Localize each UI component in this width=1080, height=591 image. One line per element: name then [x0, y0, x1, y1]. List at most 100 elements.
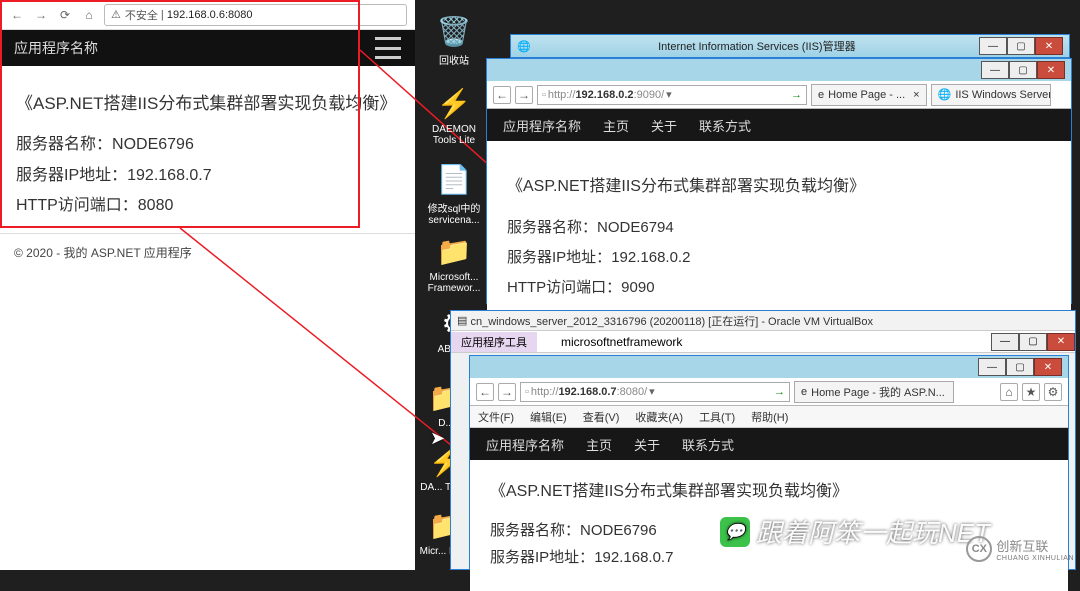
- server-name-value: NODE6796: [580, 522, 657, 539]
- dropdown-icon[interactable]: ▾: [649, 385, 655, 398]
- nav-app-name[interactable]: 应用程序名称: [486, 435, 564, 454]
- explorer-title: microsoftnetframework: [561, 335, 682, 349]
- back-icon[interactable]: ←: [8, 6, 26, 24]
- left-chrome-window: ← → ⟳ ⌂ ⚠ 不安全 | 192.168.0.6:8080 应用程序名称 …: [0, 0, 415, 570]
- menu-help[interactable]: 帮助(H): [751, 409, 788, 425]
- folder-icon: 📁: [433, 232, 475, 270]
- server-ip-value: 192.168.0.2: [611, 249, 690, 266]
- ie-toolbar: ← → ▫ http:// 192.168.0.2 :9090/ ▾ → eHo…: [487, 81, 1071, 109]
- virtualbox-title: cn_windows_server_2012_3316796 (20200118…: [470, 313, 873, 329]
- article-title: 《ASP.NET搭建IIS分布式集群部署实现负载均衡》: [490, 478, 1048, 507]
- insecure-label: 不安全: [125, 7, 158, 23]
- nav-contact[interactable]: 联系方式: [682, 435, 734, 454]
- address-bar[interactable]: ▫ http:// 192.168.0.7 :8080/ ▾ →: [520, 382, 790, 402]
- minimize-button[interactable]: —: [978, 358, 1006, 376]
- nav-about[interactable]: 关于: [634, 435, 660, 454]
- virtualbox-titlebar: ▤ cn_windows_server_2012_3316796 (202001…: [451, 311, 1075, 331]
- page-body: 《ASP.NET搭建IIS分布式集群部署实现负载均衡》 服务器名称：NODE67…: [487, 141, 1071, 323]
- server-ip-value: 192.168.0.7: [594, 549, 673, 566]
- iis-title: Internet Information Services (IIS)管理器: [535, 38, 979, 54]
- maximize-button[interactable]: ▢: [1007, 37, 1035, 55]
- iis-icon: 🌐: [938, 88, 952, 101]
- brand-text: 创新互联: [996, 536, 1074, 555]
- address-bar[interactable]: ▫ http:// 192.168.0.2 :9090/ ▾ →: [537, 85, 807, 105]
- close-button[interactable]: ✕: [1037, 61, 1065, 79]
- close-button[interactable]: ✕: [1035, 37, 1063, 55]
- server-port-value: 9090: [621, 279, 654, 296]
- server-port-label: HTTP访问端口：: [507, 279, 621, 296]
- desktop-folder-msfw[interactable]: 📁 Microsoft... Framewor...: [426, 232, 482, 294]
- icon-label: Microsoft... Framewor...: [426, 272, 482, 294]
- url-text: 192.168.0.6:8080: [167, 9, 253, 21]
- brand-watermark: CX 创新互联 CHUANG XINHULIAN: [966, 536, 1074, 562]
- dropdown-icon[interactable]: ▾: [666, 88, 672, 101]
- page-navbar: 应用程序名称 主页 关于 联系方式: [487, 109, 1071, 141]
- forward-icon[interactable]: →: [498, 383, 516, 401]
- forward-icon[interactable]: →: [32, 6, 50, 24]
- menu-file[interactable]: 文件(F): [478, 409, 514, 425]
- home-icon[interactable]: ⌂: [1000, 383, 1018, 401]
- go-icon[interactable]: →: [774, 386, 785, 398]
- menu-fav[interactable]: 收藏夹(A): [635, 409, 683, 425]
- maximize-button[interactable]: ▢: [1019, 333, 1047, 351]
- article-title: 《ASP.NET搭建IIS分布式集群部署实现负载均衡》: [16, 88, 399, 120]
- iis-manager-window[interactable]: 🌐 Internet Information Services (IIS)管理器…: [510, 34, 1070, 58]
- nav-home[interactable]: 主页: [586, 435, 612, 454]
- reload-icon[interactable]: ⟳: [56, 6, 74, 24]
- nav-app-name[interactable]: 应用程序名称: [503, 116, 581, 135]
- footer-text: © 2020 - 我的 ASP.NET 应用程序: [0, 234, 415, 271]
- hamburger-icon[interactable]: [375, 37, 401, 59]
- browser-tab-1[interactable]: eHome Page - 我的 ASP.N...×: [794, 381, 954, 403]
- icon-label: 修改sql中的servicena...: [426, 200, 482, 226]
- maximize-button[interactable]: ▢: [1009, 61, 1037, 79]
- app-header: 应用程序名称: [0, 30, 415, 66]
- menu-tools[interactable]: 工具(T): [699, 409, 735, 425]
- favorites-icon[interactable]: ★: [1022, 383, 1040, 401]
- desktop-recycle-bin[interactable]: 🗑️ 回收站: [426, 12, 482, 67]
- settings-icon[interactable]: ⚙: [1044, 383, 1062, 401]
- recycle-bin-icon: 🗑️: [433, 12, 475, 50]
- back-icon[interactable]: ←: [493, 86, 511, 104]
- minimize-button[interactable]: —: [981, 61, 1009, 79]
- icon-label: DAEMON Tools Lite: [426, 124, 482, 146]
- app-name: 应用程序名称: [14, 38, 98, 58]
- nav-contact[interactable]: 联系方式: [699, 116, 751, 135]
- brand-en: CHUANG XINHULIAN: [996, 555, 1074, 562]
- icon-label: 回收站: [426, 52, 482, 67]
- go-icon[interactable]: →: [791, 89, 802, 101]
- nav-home[interactable]: 主页: [603, 116, 629, 135]
- browser-tab-2[interactable]: 🌐IIS Windows Server: [931, 84, 1051, 106]
- explorer-window: 应用程序工具 microsoftnetframework — ▢ ✕: [451, 331, 1075, 353]
- forward-icon[interactable]: →: [515, 86, 533, 104]
- ie-menubar: 文件(F) 编辑(E) 查看(V) 收藏夹(A) 工具(T) 帮助(H): [470, 406, 1068, 428]
- close-button[interactable]: ✕: [1034, 358, 1062, 376]
- brand-logo-icon: CX: [966, 536, 992, 562]
- ie-window-1: — ▢ ✕ ← → ▫ http:// 192.168.0.2 :9090/ ▾…: [486, 58, 1072, 304]
- explorer-ribbon-tab[interactable]: 应用程序工具: [451, 332, 537, 352]
- page-icon: ▫: [525, 386, 529, 398]
- minimize-button[interactable]: —: [979, 37, 1007, 55]
- desktop-daemon[interactable]: ⚡ DAEMON Tools Lite: [426, 84, 482, 146]
- warning-icon: ⚠: [111, 8, 121, 21]
- menu-edit[interactable]: 编辑(E): [530, 409, 567, 425]
- maximize-button[interactable]: ▢: [1006, 358, 1034, 376]
- address-bar[interactable]: ⚠ 不安全 | 192.168.0.6:8080: [104, 4, 407, 26]
- back-icon[interactable]: ←: [476, 383, 494, 401]
- wechat-icon: 💬: [720, 517, 750, 547]
- menu-view[interactable]: 查看(V): [583, 409, 620, 425]
- desktop-sql-file[interactable]: 📄 修改sql中的servicena...: [426, 160, 482, 226]
- browser-tab-1[interactable]: eHome Page - ...×: [811, 84, 927, 106]
- home-icon[interactable]: ⌂: [80, 6, 98, 24]
- minimize-button[interactable]: —: [991, 333, 1019, 351]
- daemon-icon: ⚡: [433, 84, 475, 122]
- server-ip-value: 192.168.0.7: [127, 167, 212, 184]
- server-name-value: NODE6796: [112, 136, 194, 153]
- server-name-label: 服务器名称：: [16, 136, 112, 153]
- url-port: :8080/: [617, 386, 648, 398]
- close-button[interactable]: ✕: [1047, 333, 1075, 351]
- nav-about[interactable]: 关于: [651, 116, 677, 135]
- server-ip-label: 服务器IP地址：: [507, 249, 611, 266]
- server-port-value: 8080: [138, 197, 174, 214]
- page-icon: ▫: [542, 89, 546, 101]
- server-port-label: HTTP访问端口：: [16, 197, 138, 214]
